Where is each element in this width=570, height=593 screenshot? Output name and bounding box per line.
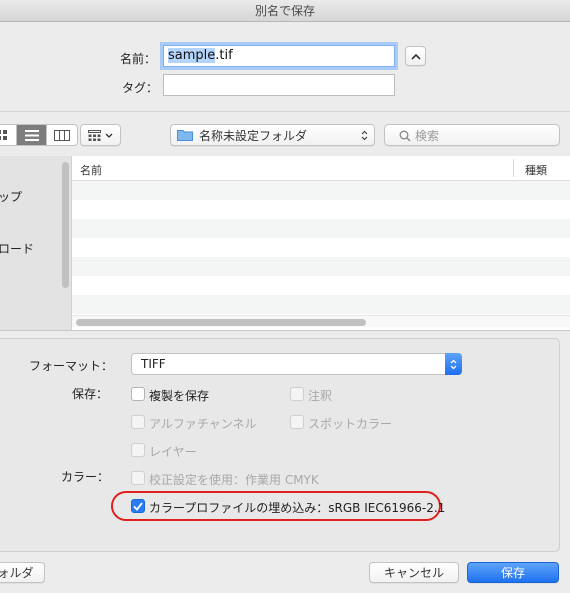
name-label: 名前： <box>120 52 157 66</box>
list-row <box>72 219 570 238</box>
list-row <box>72 257 570 276</box>
notes-checkbox-label[interactable]: 注釈 <box>308 387 332 404</box>
search-icon <box>399 130 411 142</box>
updown-arrows-icon <box>450 359 457 369</box>
tag-input[interactable] <box>163 74 395 96</box>
window-title: 別名で保存 <box>0 0 570 22</box>
view-list-button[interactable] <box>17 125 47 145</box>
column-header-kind[interactable]: 種類 <box>525 162 547 178</box>
format-popup[interactable]: TIFF <box>131 353 462 375</box>
sidebar-item-desktop[interactable]: ップ <box>0 188 22 205</box>
checkmark-icon <box>133 501 143 511</box>
proof-setup-checkbox-label[interactable]: 校正設定を使用：作業用 CMYK <box>149 471 319 488</box>
copy-checkbox-label[interactable]: 複製を保存 <box>149 387 209 404</box>
filename-input[interactable]: sample.tif <box>163 45 395 67</box>
new-folder-button[interactable]: ォルダ <box>0 562 45 583</box>
alpha-channel-checkbox[interactable] <box>131 415 145 429</box>
file-list[interactable]: 名前 種類 <box>72 156 570 330</box>
filename-extension: .tif <box>215 48 233 63</box>
embed-color-profile-label[interactable]: カラープロファイルの埋め込み：sRGB IEC61966-2.1 <box>149 499 445 516</box>
horizontal-scrollbar[interactable] <box>76 319 366 326</box>
group-grid-icon <box>88 129 101 141</box>
toolbar-divider <box>0 111 570 112</box>
sidebar: ップ ロード <box>0 156 72 330</box>
column-view-icon <box>54 129 70 141</box>
list-row <box>72 276 570 295</box>
copy-checkbox[interactable] <box>131 387 145 401</box>
tag-label: タグ： <box>122 81 159 95</box>
embed-color-profile-checkbox[interactable] <box>131 499 145 513</box>
list-row <box>72 295 570 314</box>
list-row <box>72 181 570 200</box>
list-row <box>72 238 570 257</box>
group-by-button[interactable] <box>80 124 121 146</box>
search-placeholder: 検索 <box>415 128 440 143</box>
layers-checkbox[interactable] <box>131 443 145 457</box>
section-divider <box>0 330 570 331</box>
icon-view-icon <box>0 130 7 140</box>
layers-checkbox-label[interactable]: レイヤー <box>149 443 197 460</box>
spot-color-checkbox-label[interactable]: スポットカラー <box>308 415 392 432</box>
format-value: TIFF <box>141 357 166 371</box>
view-mode-control[interactable] <box>0 124 78 146</box>
save-button[interactable]: 保存 <box>467 562 559 583</box>
list-view-icon <box>24 129 39 141</box>
chevron-up-icon <box>410 53 421 60</box>
folder-icon <box>177 130 193 141</box>
location-popup[interactable]: 名称未設定フォルダ <box>170 124 375 146</box>
sidebar-item-downloads[interactable]: ロード <box>0 240 34 257</box>
sidebar-scrollbar[interactable] <box>62 162 69 288</box>
search-field[interactable]: 検索 <box>384 124 560 146</box>
format-popup-arrows <box>445 353 462 375</box>
list-row <box>72 200 570 219</box>
alpha-channel-checkbox-label[interactable]: アルファチャンネル <box>149 415 257 432</box>
column-divider[interactable] <box>513 159 514 177</box>
view-columns-button[interactable] <box>47 125 77 145</box>
save-options-label: 保存： <box>72 387 109 401</box>
proof-setup-checkbox[interactable] <box>131 471 145 485</box>
location-label: 名称未設定フォルダ <box>199 128 308 143</box>
updown-arrows-icon <box>361 130 368 141</box>
column-header-name[interactable]: 名前 <box>80 162 102 178</box>
notes-checkbox[interactable] <box>290 387 304 401</box>
color-options-label: カラー： <box>61 470 110 484</box>
view-icons-button[interactable] <box>0 125 17 145</box>
file-list-header: 名前 種類 <box>72 156 570 181</box>
collapse-button[interactable] <box>405 46 426 66</box>
filename-selected-text: sample <box>168 48 216 63</box>
cancel-button[interactable]: キャンセル <box>369 562 459 583</box>
spot-color-checkbox[interactable] <box>290 415 304 429</box>
format-label: フォーマット： <box>29 359 114 373</box>
chevron-down-icon <box>105 133 113 138</box>
